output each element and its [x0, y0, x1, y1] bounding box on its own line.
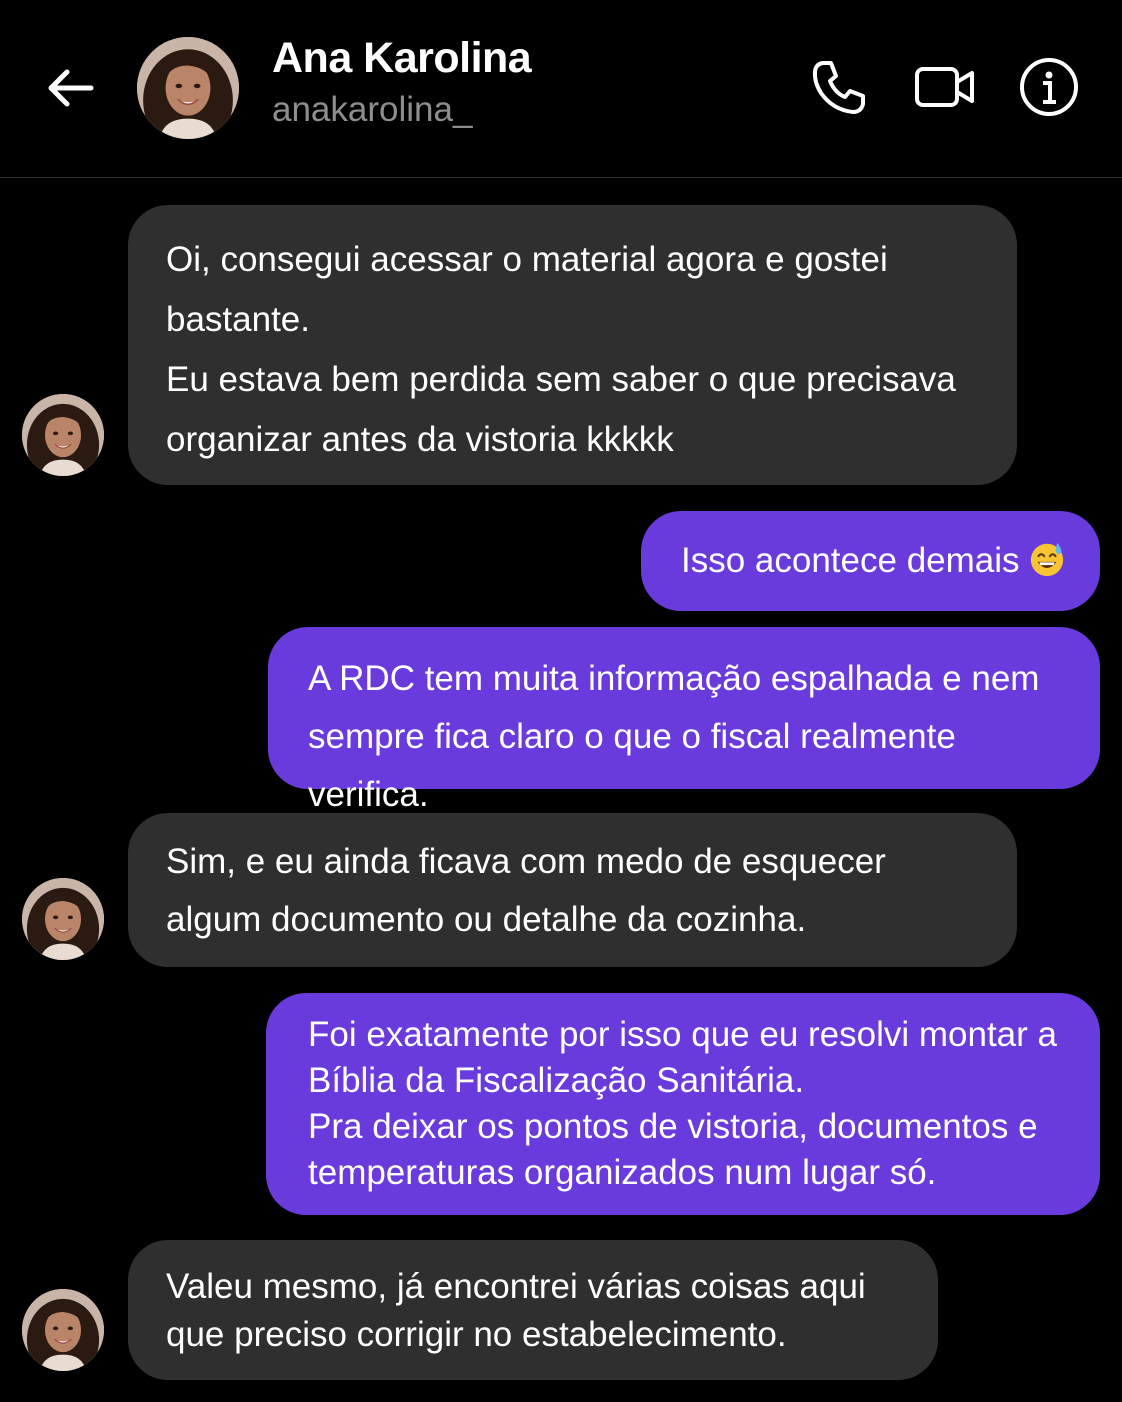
- outgoing-message[interactable]: Foi exatamente por isso que eu resolvi m…: [266, 993, 1100, 1215]
- grinning-face-with-sweat-icon: [1030, 542, 1063, 577]
- phone-icon: [812, 61, 865, 114]
- info-icon: [1020, 58, 1078, 116]
- incoming-message[interactable]: Valeu mesmo, já encontrei várias coisas …: [128, 1240, 938, 1380]
- contact-handle[interactable]: anakarolina_: [272, 90, 472, 130]
- video-call-button[interactable]: [912, 54, 978, 120]
- contact-avatar-small[interactable]: [22, 394, 104, 476]
- outgoing-message[interactable]: A RDC tem muita informação espalhada e n…: [268, 627, 1100, 814]
- video-camera-icon: [915, 67, 974, 107]
- outgoing-message[interactable]: Isso acontece demais: [641, 511, 1100, 611]
- message-text: Isso acontece demais: [681, 541, 1020, 580]
- call-button[interactable]: [806, 54, 872, 120]
- contact-avatar-small[interactable]: [22, 1289, 104, 1371]
- incoming-message[interactable]: Sim, e eu ainda ficava com medo de esque…: [128, 813, 1017, 967]
- incoming-message[interactable]: Oi, consegui acessar o material agora e …: [128, 205, 1017, 485]
- contact-name[interactable]: Ana Karolina: [272, 34, 532, 83]
- back-button[interactable]: [40, 58, 100, 118]
- chat-header: Ana Karolina anakarolina_: [0, 0, 1122, 178]
- contact-avatar[interactable]: [137, 37, 239, 139]
- info-button[interactable]: [1016, 54, 1082, 120]
- arrow-left-icon: [48, 69, 94, 107]
- contact-avatar-small[interactable]: [22, 878, 104, 960]
